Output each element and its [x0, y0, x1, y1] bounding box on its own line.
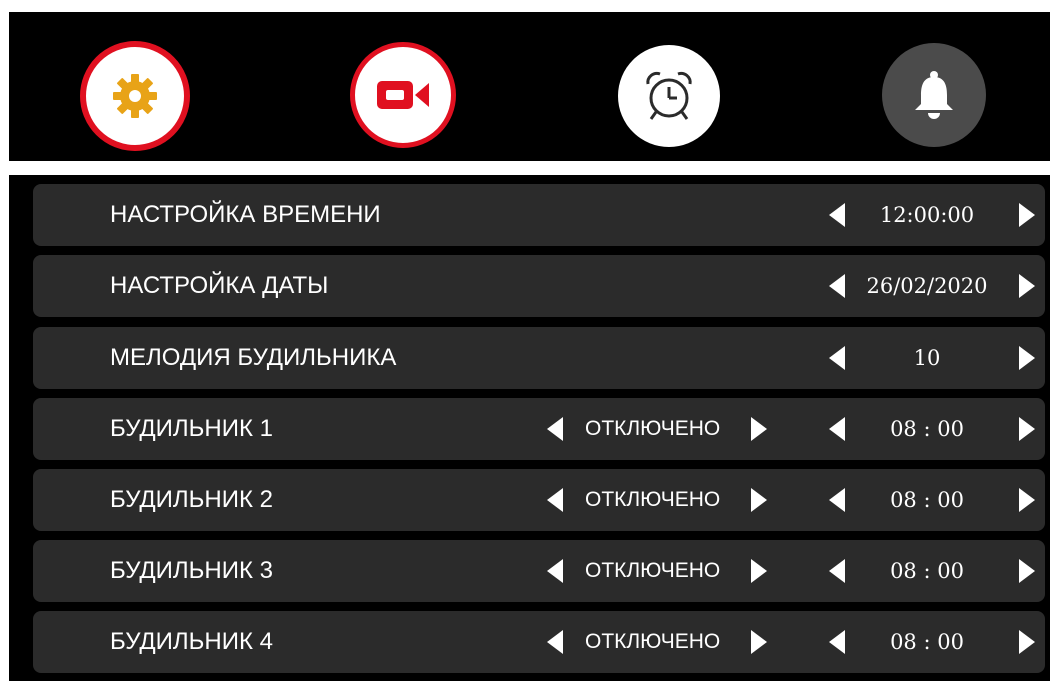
tab-video[interactable]: [350, 42, 456, 148]
alarm-status: ОТКЛЮЧЕНО: [585, 559, 721, 582]
status-next-arrow-icon[interactable]: [751, 559, 767, 583]
alarm-time-value: 08 : 00: [890, 417, 964, 441]
gear-icon: [113, 74, 157, 118]
tab-settings[interactable]: [80, 41, 190, 151]
increase-arrow-icon[interactable]: [1019, 346, 1035, 370]
tab-bell[interactable]: [882, 43, 986, 147]
status-next-arrow-icon[interactable]: [751, 417, 767, 441]
settings-panel: НАСТРОЙКА ВРЕМЕНИ 12:00:00 НАСТРОЙКА ДАТ…: [9, 175, 1050, 681]
status-prev-arrow-icon[interactable]: [547, 417, 563, 441]
decrease-arrow-icon[interactable]: [829, 274, 845, 298]
alarm-status: ОТКЛЮЧЕНО: [585, 417, 721, 440]
decrease-arrow-icon[interactable]: [829, 203, 845, 227]
decrease-arrow-icon[interactable]: [829, 559, 845, 583]
status-prev-arrow-icon[interactable]: [547, 559, 563, 583]
row-label: НАСТРОЙКА ДАТЫ: [110, 272, 329, 299]
increase-arrow-icon[interactable]: [1019, 559, 1035, 583]
row-label: БУДИЛЬНИК 2: [110, 486, 273, 513]
decrease-arrow-icon[interactable]: [829, 488, 845, 512]
time-value: 12:00:00: [879, 203, 975, 227]
date-value: 26/02/2020: [866, 274, 988, 298]
row-date-setting: НАСТРОЙКА ДАТЫ 26/02/2020: [33, 255, 1045, 317]
decrease-arrow-icon[interactable]: [829, 630, 845, 654]
tab-alarm[interactable]: [618, 45, 720, 147]
status-prev-arrow-icon[interactable]: [547, 630, 563, 654]
alarm-time-value: 08 : 00: [890, 559, 964, 583]
increase-arrow-icon[interactable]: [1019, 630, 1035, 654]
decrease-arrow-icon[interactable]: [829, 346, 845, 370]
row-alarm-2: БУДИЛЬНИК 2 ОТКЛЮЧЕНО 08 : 00: [33, 469, 1045, 531]
increase-arrow-icon[interactable]: [1019, 203, 1035, 227]
alarm-time-value: 08 : 00: [890, 630, 964, 654]
row-alarm-3: БУДИЛЬНИК 3 ОТКЛЮЧЕНО 08 : 00: [33, 540, 1045, 602]
top-tab-bar: [9, 12, 1050, 161]
alarm-status: ОТКЛЮЧЕНО: [585, 488, 721, 511]
decrease-arrow-icon[interactable]: [829, 417, 845, 441]
status-next-arrow-icon[interactable]: [751, 630, 767, 654]
increase-arrow-icon[interactable]: [1019, 417, 1035, 441]
bell-icon: [915, 71, 953, 119]
row-alarm-melody: МЕЛОДИЯ БУДИЛЬНИКА 10: [33, 327, 1045, 389]
row-label: НАСТРОЙКА ВРЕМЕНИ: [110, 201, 381, 228]
video-camera-icon: [377, 81, 429, 109]
row-time-setting: НАСТРОЙКА ВРЕМЕНИ 12:00:00: [33, 184, 1045, 246]
row-label: БУДИЛЬНИК 1: [110, 415, 273, 442]
alarm-status: ОТКЛЮЧЕНО: [585, 630, 721, 653]
status-next-arrow-icon[interactable]: [751, 488, 767, 512]
increase-arrow-icon[interactable]: [1019, 274, 1035, 298]
row-label: БУДИЛЬНИК 4: [110, 628, 273, 655]
increase-arrow-icon[interactable]: [1019, 488, 1035, 512]
melody-value: 10: [913, 346, 941, 370]
alarm-clock-icon: [646, 71, 692, 120]
row-label: МЕЛОДИЯ БУДИЛЬНИКА: [110, 344, 397, 371]
row-alarm-1: БУДИЛЬНИК 1 ОТКЛЮЧЕНО 08 : 00: [33, 398, 1045, 460]
alarm-time-value: 08 : 00: [890, 488, 964, 512]
row-alarm-4: БУДИЛЬНИК 4 ОТКЛЮЧЕНО 08 : 00: [33, 611, 1045, 673]
status-prev-arrow-icon[interactable]: [547, 488, 563, 512]
row-label: БУДИЛЬНИК 3: [110, 557, 273, 584]
